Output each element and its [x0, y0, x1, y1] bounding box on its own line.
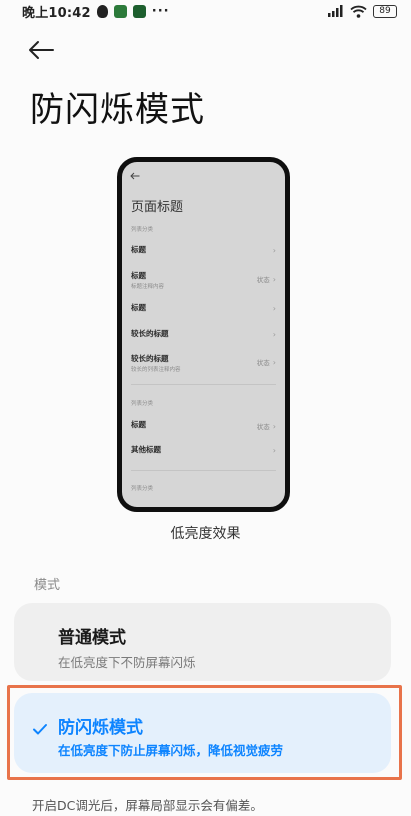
preview-title: 页面标题: [131, 200, 184, 215]
section-label-mode: 模式: [34, 578, 61, 593]
preview-item-status: 状态: [256, 423, 270, 431]
app-notification-icon: [113, 4, 127, 18]
preview-list-item: 标题 ›: [131, 244, 276, 264]
preview-item-title: 标题: [131, 420, 146, 429]
page-title: 防闪烁模式: [30, 90, 205, 130]
more-notifications-icon: ···: [151, 3, 170, 19]
preview-divider: [131, 470, 276, 471]
normal-mode-title: 普通模式: [58, 628, 126, 648]
preview-item-title: 标题: [131, 271, 146, 280]
chevron-right-icon: ›: [272, 274, 276, 284]
back-button[interactable]: [28, 36, 62, 64]
preview-phone: 页面标题 列表分类 标题 › 标题 标题注释内容 状态 › 标题 › 较长的标题 …: [117, 157, 290, 512]
status-left: 晚上10:42 ···: [22, 2, 170, 21]
chevron-right-icon: ›: [272, 357, 276, 367]
preview-category: 列表分类: [131, 486, 154, 492]
preview-list-item: 较长的标题 ›: [131, 328, 276, 348]
preview-category: 列表分类: [131, 401, 154, 407]
preview-item-title: 标题: [131, 303, 146, 312]
preview-item-subtitle: 较长的列表注释内容: [131, 367, 181, 373]
chevron-right-icon: ›: [272, 446, 276, 455]
preview-caption: 低亮度效果: [170, 526, 241, 542]
anti-flicker-mode-title: 防闪烁模式: [58, 718, 143, 738]
preview-item-title: 标题: [131, 245, 146, 254]
check-icon: [33, 724, 47, 735]
preview-list-item: 较长的标题 较长的列表注释内容 状态 ›: [131, 353, 276, 373]
preview-divider: [131, 384, 276, 385]
preview-back-icon: [130, 172, 140, 183]
battery-icon: 89: [373, 4, 397, 18]
chevron-right-icon: ›: [272, 330, 276, 339]
back-arrow-icon: [29, 41, 54, 59]
normal-mode-subtitle: 在低亮度下不防屏幕闪烁: [58, 655, 196, 670]
footer-note: 开启DC调光后，屏幕局部显示会有偏差。: [32, 798, 263, 813]
anti-flicker-mode-subtitle: 在低亮度下防止屏幕闪烁，降低视觉疲劳: [58, 743, 284, 758]
preview-item-title: 较长的标题: [131, 354, 169, 363]
chevron-right-icon: ›: [272, 421, 276, 431]
signal-icon: [328, 5, 343, 17]
wifi-icon: [350, 5, 367, 18]
status-right: 89: [328, 4, 397, 18]
preview-list-item: 标题 ›: [131, 302, 276, 322]
preview-list-item: 标题 状态 ›: [131, 419, 276, 439]
preview-item-status: 状态: [256, 276, 270, 284]
status-bar: 晚上10:42 ··· 89: [0, 0, 411, 22]
preview-item-title: 较长的标题: [131, 329, 169, 338]
preview-list-item: 其他标题 ›: [131, 444, 276, 464]
preview-item-title: 其他标题: [131, 445, 161, 454]
preview-item-status: 状态: [256, 359, 270, 367]
preview-list-item: 标题 标题注释内容 状态 ›: [131, 270, 276, 290]
chevron-right-icon: ›: [272, 246, 276, 255]
status-time: 晚上10:42: [22, 5, 91, 21]
preview-item-subtitle: 标题注释内容: [131, 284, 165, 290]
normal-mode-option[interactable]: 普通模式 在低亮度下不防屏幕闪烁: [14, 603, 391, 681]
preview-category: 列表分类: [131, 227, 154, 233]
qq-icon: [96, 4, 108, 18]
app-notification-icon: [132, 4, 146, 18]
anti-flicker-mode-option[interactable]: 防闪烁模式 在低亮度下防止屏幕闪烁，降低视觉疲劳: [14, 693, 391, 773]
chevron-right-icon: ›: [272, 304, 276, 313]
